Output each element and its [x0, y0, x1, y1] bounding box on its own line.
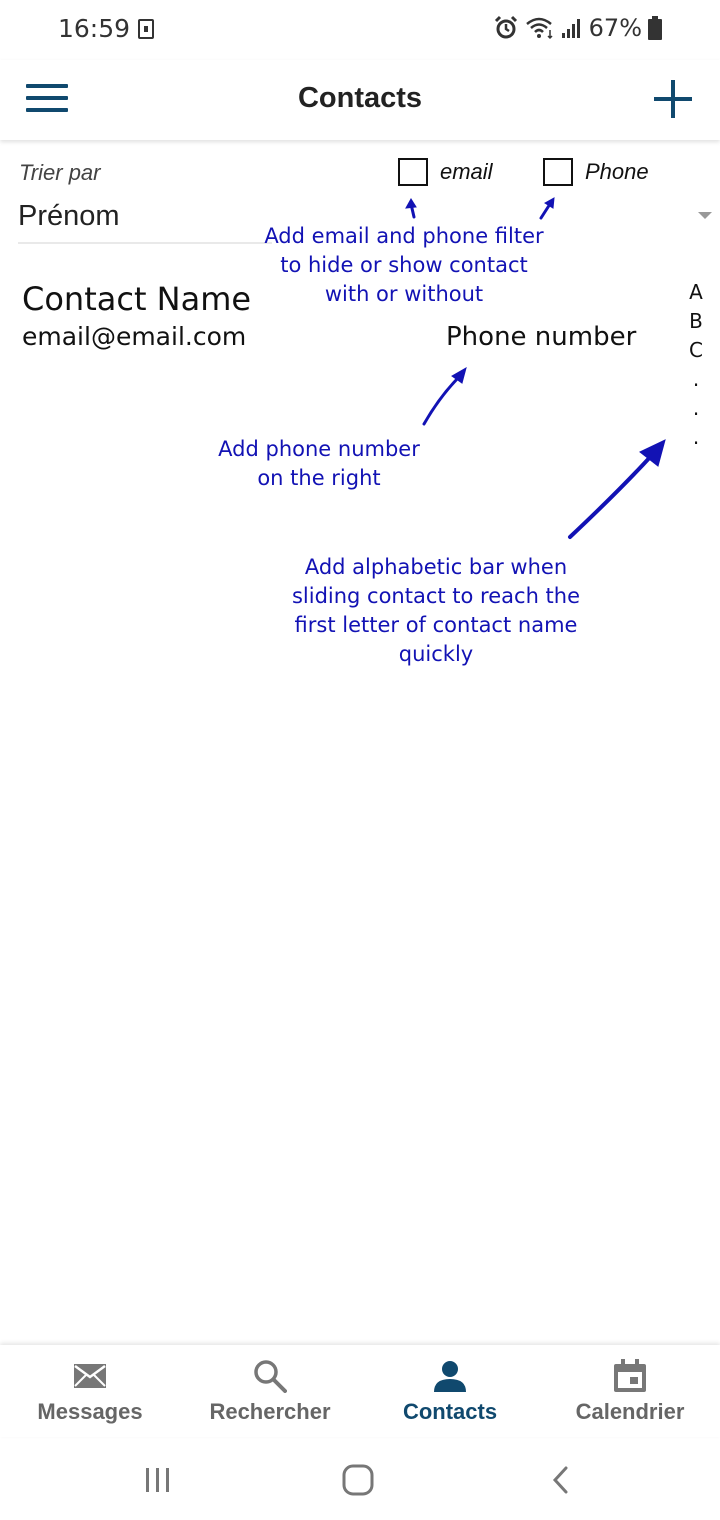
- alphabet-letter[interactable]: B: [689, 307, 703, 336]
- app-header: Contacts: [0, 60, 720, 140]
- alphabet-dot: .: [692, 367, 700, 391]
- status-bar: 16:59 67%: [0, 0, 720, 60]
- contact-row[interactable]: Contact Name email@email.com Phone numbe…: [0, 270, 670, 370]
- status-time: 16:59: [58, 14, 131, 43]
- battery-percent: 67%: [588, 14, 642, 42]
- search-icon: [253, 1359, 287, 1393]
- phone-filter-checkbox[interactable]: [543, 158, 573, 186]
- system-nav: [0, 1440, 720, 1520]
- phone-filter[interactable]: Phone: [543, 158, 649, 186]
- phone-filter-label: Phone: [585, 159, 649, 184]
- contact-phone: Phone number: [446, 322, 637, 352]
- nav-label: Calendrier: [575, 1399, 685, 1424]
- nav-label: Contacts: [402, 1399, 498, 1424]
- annotation-line: first letter of contact name: [294, 613, 578, 637]
- email-filter[interactable]: email: [398, 158, 493, 186]
- phone-annotation: Add phone number on the right: [208, 435, 430, 493]
- contact-email: email@email.com: [22, 322, 247, 351]
- back-button[interactable]: [530, 1460, 590, 1500]
- annotation-line: quickly: [398, 642, 474, 666]
- status-right-icons: 67%: [493, 14, 662, 42]
- signal-icon: [561, 19, 580, 38]
- annotation-line: Add alphabetic bar when: [304, 555, 568, 579]
- sim-icon: [138, 19, 154, 39]
- alphabet-letter[interactable]: A: [689, 278, 703, 307]
- annotation-line: on the right: [257, 466, 381, 490]
- battery-icon: [648, 16, 662, 40]
- alphabet-letter[interactable]: C: [689, 336, 703, 365]
- home-icon: [342, 1464, 374, 1496]
- sort-value: Prénom: [18, 200, 120, 232]
- email-filter-checkbox[interactable]: [398, 158, 428, 186]
- nav-calendrier[interactable]: Calendrier: [540, 1345, 720, 1437]
- home-button[interactable]: [328, 1460, 388, 1500]
- recents-icon: [146, 1468, 169, 1492]
- add-contact-button[interactable]: [654, 80, 692, 118]
- annotation-line: Add phone number: [218, 437, 420, 461]
- envelope-icon: [73, 1359, 107, 1393]
- nav-rechercher[interactable]: Rechercher: [180, 1345, 360, 1437]
- nav-messages[interactable]: Messages: [0, 1345, 180, 1437]
- alphabet-annotation: Add alphabetic bar when sliding contact …: [286, 553, 586, 669]
- dropdown-arrow-icon: [698, 212, 712, 219]
- email-filter-label: email: [440, 159, 493, 184]
- alarm-icon: [494, 15, 517, 39]
- bottom-nav: Messages Rechercher Contacts Calendrier: [0, 1345, 720, 1437]
- person-icon: [433, 1359, 467, 1393]
- back-icon: [552, 1466, 568, 1494]
- calendar-icon: [613, 1359, 647, 1393]
- nav-label: Rechercher: [209, 1399, 331, 1424]
- page-title: Contacts: [297, 82, 423, 114]
- annotation-line: sliding contact to reach the: [291, 584, 581, 608]
- nav-label: Messages: [37, 1399, 143, 1424]
- nav-contacts[interactable]: Contacts: [360, 1345, 540, 1437]
- recents-button[interactable]: [128, 1460, 188, 1500]
- contact-name: Contact Name: [22, 280, 252, 318]
- alphabet-dot: .: [692, 425, 700, 449]
- sort-underline: [18, 242, 272, 244]
- sort-label: Trier par: [19, 160, 101, 185]
- annotation-line: Add email and phone filter: [264, 224, 544, 248]
- alphabet-dot: .: [692, 396, 700, 420]
- alphabet-bar[interactable]: A B C . . .: [682, 278, 710, 452]
- wifi-icon: [525, 17, 553, 40]
